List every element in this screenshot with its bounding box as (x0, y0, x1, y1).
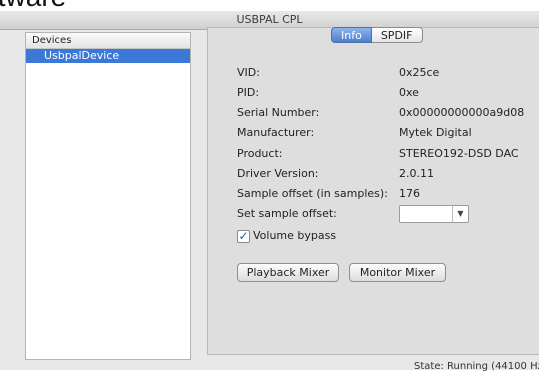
vid-label: VID: (237, 66, 260, 79)
tab-info[interactable]: Info (331, 27, 372, 43)
serial-value: 0x00000000000a9d08 (399, 106, 525, 119)
devices-panel: Devices UsbpalDevice (25, 32, 191, 360)
pid-label: PID: (237, 86, 260, 99)
product-value: STEREO192-DSD DAC (399, 147, 519, 160)
driver-value: 2.0.11 (399, 167, 434, 180)
chevron-down-icon: ▼ (452, 206, 468, 222)
vid-value: 0x25ce (399, 66, 440, 79)
manufacturer-label: Manufacturer: (237, 126, 315, 139)
tab-spdif[interactable]: SPDIF (371, 27, 423, 43)
product-label: Product: (237, 147, 283, 160)
devices-header: Devices (26, 33, 190, 49)
device-item-usbpal[interactable]: UsbpalDevice (26, 49, 190, 63)
pid-value: 0xe (399, 86, 419, 99)
monitor-mixer-button[interactable]: Monitor Mixer (349, 263, 446, 282)
sample-offset-select[interactable]: ▼ (399, 205, 469, 223)
serial-label: Serial Number: (237, 106, 320, 119)
driver-label: Driver Version: (237, 167, 319, 180)
set-offset-label: Set sample offset: (237, 207, 337, 220)
tab-bar: Info SPDIF (331, 27, 423, 43)
volume-bypass-label: Volume bypass (253, 229, 337, 242)
playback-mixer-button[interactable]: Playback Mixer (237, 263, 339, 282)
manufacturer-value: Mytek Digital (399, 126, 472, 139)
outside-caption: ftware (0, 0, 66, 11)
volume-bypass-checkbox[interactable]: ✓ (237, 230, 250, 243)
status-text: State: Running (44100 Hz) (414, 361, 539, 372)
offset-value: 176 (399, 187, 420, 200)
offset-label: Sample offset (in samples): (237, 187, 388, 200)
